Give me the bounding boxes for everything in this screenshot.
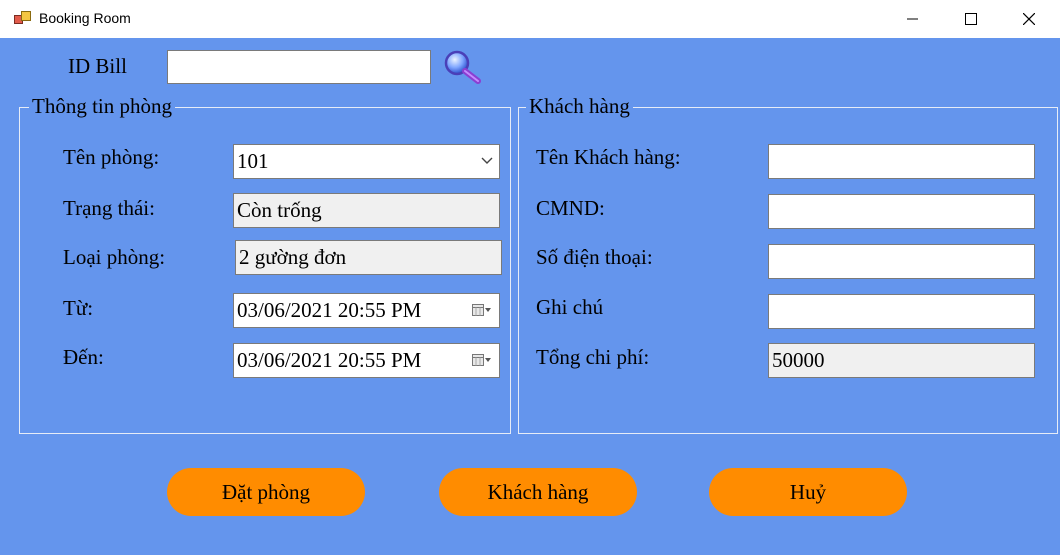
from-label: Từ: xyxy=(63,296,94,320)
phone-input[interactable] xyxy=(768,244,1035,279)
customers-button[interactable]: Khách hàng xyxy=(439,468,637,516)
close-button[interactable] xyxy=(1000,0,1058,38)
to-label: Đến: xyxy=(63,345,104,369)
from-datetime-picker[interactable]: 03/06/2021 20:55 PM xyxy=(233,293,500,328)
id-bill-label: ID Bill xyxy=(68,54,127,78)
note-label: Ghi chú xyxy=(536,295,604,319)
room-name-label: Tên phòng: xyxy=(63,145,160,169)
calendar-icon xyxy=(472,304,491,316)
room-type-label: Loại phòng: xyxy=(63,245,166,269)
minimize-icon xyxy=(907,18,918,20)
calendar-icon xyxy=(472,354,491,366)
note-input[interactable] xyxy=(768,294,1035,329)
book-room-button[interactable]: Đặt phòng xyxy=(167,468,365,516)
close-icon xyxy=(1023,13,1035,25)
search-icon xyxy=(444,50,481,84)
status-field: Còn trống xyxy=(233,193,500,228)
from-datetime-value: 03/06/2021 20:55 PM xyxy=(237,298,422,322)
minimize-button[interactable] xyxy=(884,0,942,38)
window-title: Booking Room xyxy=(39,10,131,26)
room-type-field: 2 gường đơn xyxy=(235,240,502,275)
phone-label: Số điện thoại: xyxy=(536,245,653,269)
app-icon xyxy=(14,11,31,25)
room-name-value: 101 xyxy=(237,149,269,173)
to-datetime-value: 03/06/2021 20:55 PM xyxy=(237,348,422,372)
customer-name-input[interactable] xyxy=(768,144,1035,179)
maximize-icon xyxy=(965,13,977,25)
customer-id-input[interactable] xyxy=(768,194,1035,229)
total-cost-label: Tổng chi phí: xyxy=(536,345,650,369)
title-bar: Booking Room xyxy=(0,0,1060,38)
customer-title: Khách hàng xyxy=(526,94,633,118)
status-label: Trạng thái: xyxy=(63,196,155,220)
chevron-down-icon xyxy=(481,157,493,164)
to-datetime-picker[interactable]: 03/06/2021 20:55 PM xyxy=(233,343,500,378)
maximize-button[interactable] xyxy=(942,0,1000,38)
total-cost-field: 50000 xyxy=(768,343,1035,378)
room-info-title: Thông tin phòng xyxy=(29,94,175,118)
cancel-button[interactable]: Huỷ xyxy=(709,468,907,516)
customer-id-label: CMND: xyxy=(536,196,605,220)
booking-room-window: Booking Room ID Bill Thông tin phòng Tên… xyxy=(0,0,1060,555)
id-bill-input[interactable] xyxy=(167,50,431,84)
room-name-select[interactable]: 101 xyxy=(233,144,500,179)
customer-name-label: Tên Khách hàng: xyxy=(536,145,681,169)
search-button[interactable] xyxy=(443,50,483,84)
